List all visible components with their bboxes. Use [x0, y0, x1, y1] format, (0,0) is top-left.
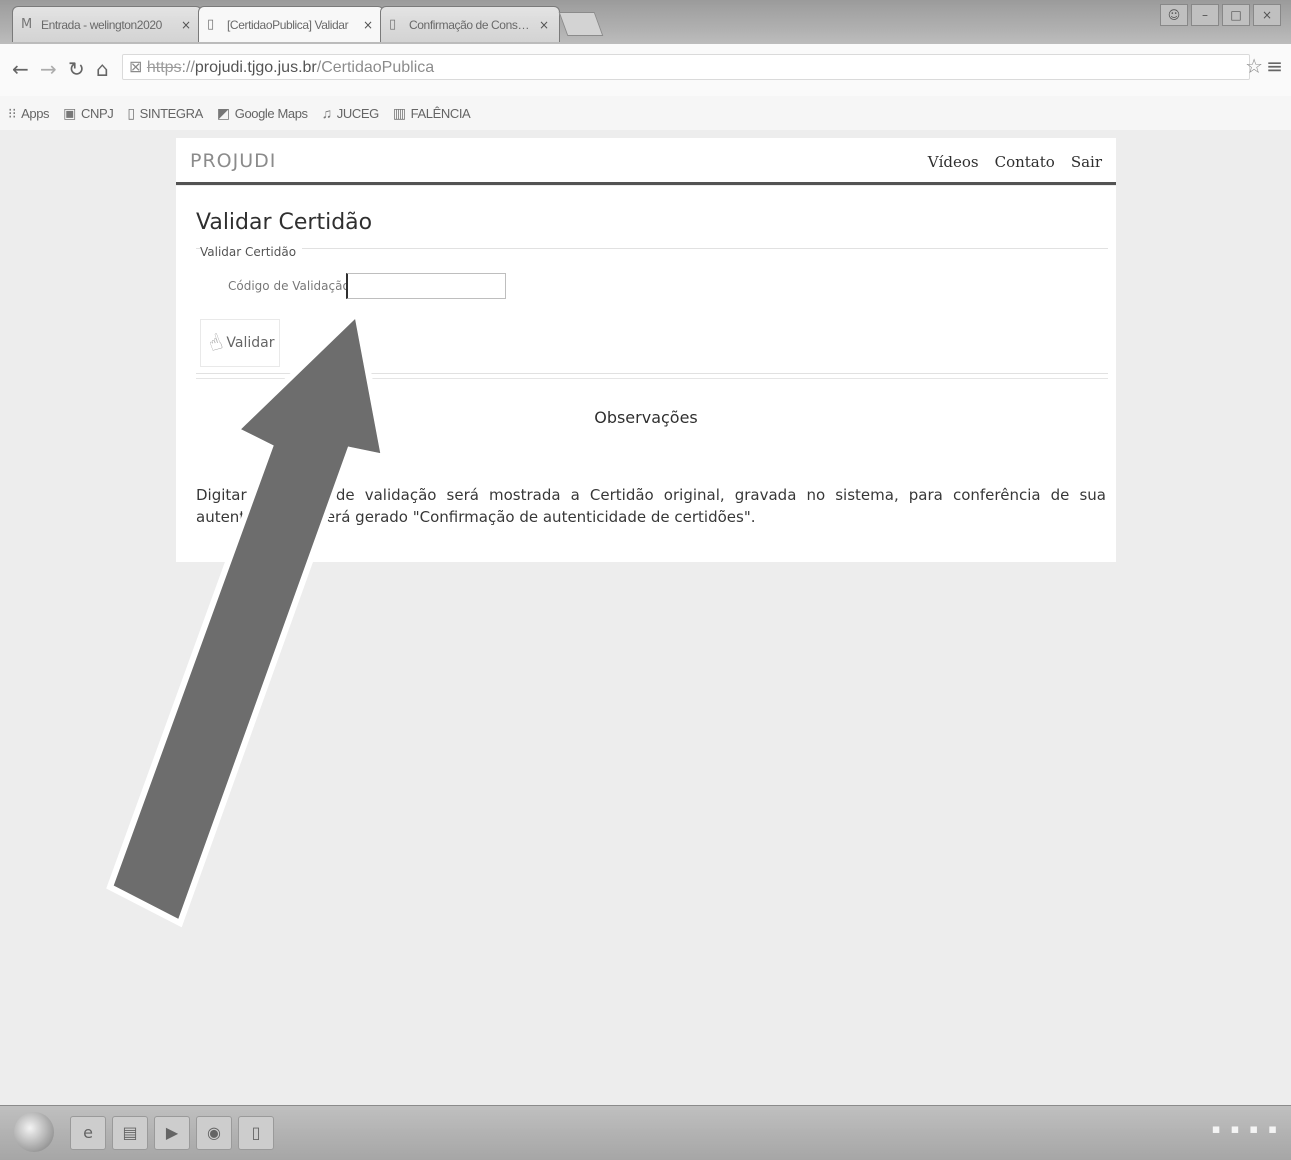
tab-label: Entrada - welington2020	[41, 17, 162, 32]
tab-label: Confirmação de Consulta	[409, 17, 533, 32]
bookmark-apps[interactable]: ⁝⁝ Apps	[8, 104, 50, 122]
gmail-icon: M	[21, 16, 33, 32]
new-tab-button[interactable]	[558, 12, 604, 36]
validation-fieldset: Validar Certidão Código de Validação ☝ V…	[196, 245, 1108, 374]
bookmark-icon: ▣	[63, 104, 76, 121]
maps-icon: ◩	[216, 104, 230, 121]
media-icon[interactable]: ▶	[154, 1116, 190, 1150]
top-nav: Vídeos Contato Sair	[928, 153, 1102, 171]
start-button[interactable]	[14, 1112, 54, 1152]
document-icon[interactable]: ▯	[238, 1116, 274, 1150]
site-header: PROJUDI Vídeos Contato Sair	[176, 138, 1116, 185]
address-bar[interactable]: ⊠ https://projudi.tjgo.jus.br/CertidaoPu…	[122, 54, 1250, 80]
close-icon[interactable]: ×	[539, 18, 549, 32]
window-controls: ☺ – □ ×	[1160, 4, 1281, 26]
system-tray: ▪ ▪ ▪ ▪	[1212, 1122, 1277, 1137]
nav-videos[interactable]: Vídeos	[928, 153, 979, 171]
tab-confirmacao[interactable]: ▯ Confirmação de Consulta ×	[380, 6, 560, 42]
bookmark-label: JUCEG	[336, 105, 379, 121]
observations-text: Digitar o código de validação será mostr…	[196, 486, 1106, 526]
bookmark-icon: ♫	[321, 105, 333, 121]
ie-icon[interactable]: e	[70, 1116, 106, 1150]
close-icon[interactable]: ×	[363, 18, 373, 32]
reload-icon[interactable]: ↻	[68, 58, 85, 80]
insecure-icon: ⊠	[129, 59, 143, 76]
nav-contato[interactable]: Contato	[995, 153, 1055, 171]
apps-icon: ⁝⁝	[8, 104, 17, 121]
bookmark-google-maps[interactable]: ◩ Google Maps	[217, 105, 308, 122]
page-icon: ▯	[127, 104, 135, 121]
bookmark-label: FALÊNCIA	[410, 105, 471, 121]
url-scheme: https	[146, 59, 182, 76]
chrome-icon[interactable]: ◉	[196, 1116, 232, 1150]
bookmarks-bar: ⁝⁝ Apps ▣ CNPJ ▯ SINTEGRA ◩ Google Maps ♫ JUC…	[0, 96, 1291, 130]
bookmark-label: Apps	[21, 105, 50, 121]
fieldset-legend: Validar Certidão	[200, 245, 303, 259]
tab-gmail[interactable]: M Entrada - welington2020 ×	[12, 6, 202, 42]
forward-icon[interactable]: →	[40, 58, 57, 80]
minimize-icon[interactable]: –	[1191, 4, 1219, 26]
volume-icon[interactable]: ▪	[1249, 1122, 1258, 1137]
profile-icon[interactable]: ☺	[1160, 4, 1188, 26]
url-path: CertidaoPublica	[321, 59, 435, 76]
home-icon[interactable]: ⌂	[96, 58, 109, 80]
maximize-icon[interactable]: □	[1222, 4, 1250, 26]
close-window-icon[interactable]: ×	[1253, 4, 1281, 26]
url-host: projudi.tjgo.jus.br	[194, 59, 317, 76]
nav-sair[interactable]: Sair	[1071, 153, 1102, 171]
observations-title: Observações	[594, 408, 698, 427]
clock-icon[interactable]: ▪	[1268, 1122, 1277, 1137]
bookmark-cnpj[interactable]: ▣ CNPJ	[63, 104, 114, 122]
back-icon[interactable]: ←	[12, 58, 29, 80]
page-icon: ▯	[389, 16, 397, 32]
validation-code-input[interactable]	[346, 273, 506, 299]
bookmark-label: CNPJ	[80, 105, 114, 121]
validate-button[interactable]: ☝ Validar	[200, 319, 280, 367]
bookmark-falencia[interactable]: ▥ FALÊNCIA	[392, 104, 471, 122]
divider	[196, 378, 1108, 379]
language-icon[interactable]: ▪	[1212, 1122, 1221, 1137]
content-panel: Validar Certidão Validar Certidão Código…	[176, 186, 1116, 562]
bookmark-sintegra[interactable]: ▯ SINTEGRA	[127, 105, 203, 122]
folder-icon[interactable]: ▤	[112, 1116, 148, 1150]
bookmark-label: SINTEGRA	[139, 105, 204, 121]
page-viewport: PROJUDI Vídeos Contato Sair Validar Cert…	[0, 130, 1291, 1105]
close-icon[interactable]: ×	[181, 18, 191, 32]
page-icon: ▯	[207, 16, 215, 32]
browser-toolbar: ← → ↻ ⌂ ⊠ https://projudi.tjgo.jus.br/Ce…	[0, 44, 1291, 97]
hand-pointer-icon: ☝	[205, 328, 227, 358]
bookmark-icon: ▥	[392, 104, 406, 121]
bookmark-juceg[interactable]: ♫ JUCEG	[321, 105, 380, 121]
page-title: Validar Certidão	[196, 210, 373, 235]
network-icon[interactable]: ▪	[1231, 1122, 1240, 1137]
tab-certidao-publica[interactable]: ▯ [CertidaoPublica] Validar ×	[198, 6, 384, 42]
site-brand[interactable]: PROJUDI	[190, 150, 276, 172]
taskbar: e ▤ ▶ ◉ ▯ ▪ ▪ ▪ ▪	[0, 1105, 1291, 1160]
menu-icon[interactable]: ≡	[1266, 54, 1283, 78]
code-label: Código de Validação	[228, 279, 350, 293]
validate-button-label: Validar	[226, 335, 275, 351]
bookmark-star-icon[interactable]: ☆	[1245, 54, 1263, 78]
bookmark-label: Google Maps	[234, 105, 308, 121]
tab-label: [CertidaoPublica] Validar	[227, 17, 349, 32]
tab-strip: M Entrada - welington2020 × ▯ [CertidaoP…	[0, 0, 1291, 44]
